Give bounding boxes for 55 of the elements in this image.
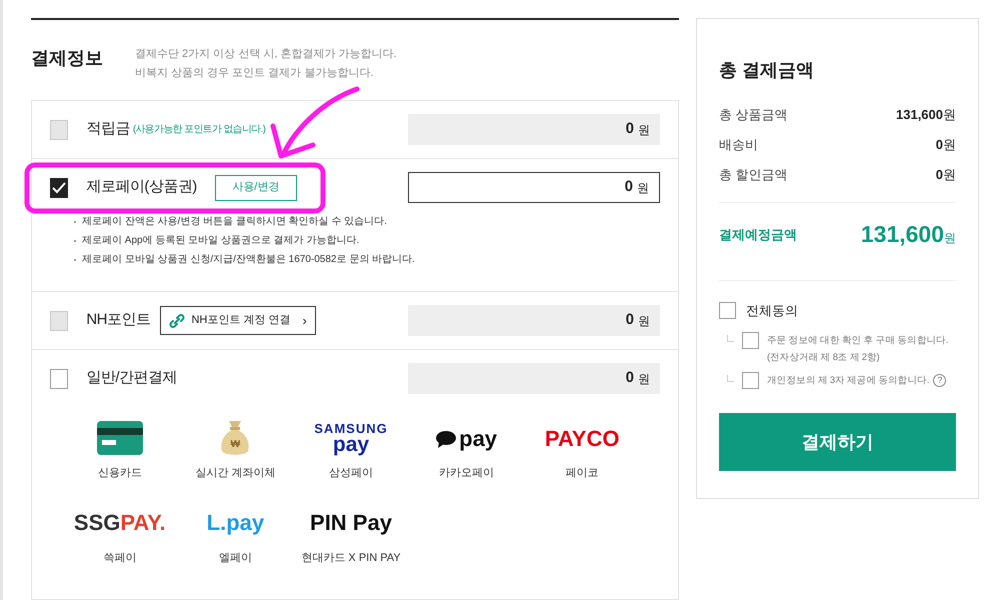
option-caption: 현대카드 X PIN PAY xyxy=(301,550,401,566)
section-title: 결제정보 xyxy=(31,47,104,70)
agree-text: (전자상거래 제 8조 제 2항) xyxy=(767,351,880,365)
row-label: 배송비 xyxy=(719,136,758,154)
option-caption: 카카오페이 xyxy=(439,466,494,481)
method-label: 일반/간편결제 xyxy=(86,368,177,388)
checkbox[interactable] xyxy=(50,178,68,198)
checkbox[interactable] xyxy=(719,302,736,319)
checkbox[interactable] xyxy=(742,372,759,389)
row-label: 총 할인금액 xyxy=(719,166,788,184)
logo: pay xyxy=(436,422,498,454)
total-label: 결제예정금액 xyxy=(719,226,797,244)
agree-label: 전체동의 xyxy=(746,302,798,320)
method-label: 적립금 xyxy=(86,119,130,140)
won-symbol: ₩ xyxy=(230,438,240,452)
amount-field[interactable]: 0 원 xyxy=(408,172,660,203)
note-text: 비복지 상품의 경우 포인트 결제가 불가능합니다. xyxy=(135,66,374,81)
chevron-icon: › xyxy=(302,310,307,330)
use-change-button[interactable]: 사용/변경 xyxy=(214,174,297,200)
logo: PAYCO xyxy=(544,424,620,452)
credit-card-icon xyxy=(96,421,143,455)
logo: L.pay xyxy=(206,509,264,537)
method-label: 제로페이(상품권) xyxy=(86,177,197,198)
option-caption: 삼성페이 xyxy=(328,466,373,481)
logo: SSGPAY. xyxy=(74,509,166,537)
info-text: 제로페이 잔액은 사용/변경 버튼을 클릭하시면 확인하실 수 있습니다. xyxy=(74,212,660,231)
money-bag-icon xyxy=(220,419,250,457)
checkbox[interactable] xyxy=(742,332,759,349)
note-text: 결제수단 2가지 이상 선택 시, 혼합결제가 가능합니다. xyxy=(135,47,397,62)
option-caption: 페이코 xyxy=(566,466,599,481)
help-icon[interactable]: ? xyxy=(933,374,946,387)
method-label: NH포인트 xyxy=(86,310,150,330)
agree-text: 주문 정보에 대한 확인 후 구매 동의합니다. xyxy=(767,334,948,348)
pay-button[interactable]: 결제하기 xyxy=(719,413,956,471)
summary-title: 총 결제금액 xyxy=(719,59,816,82)
amount-field: 0 원 xyxy=(408,363,660,394)
total-value: 131,600원 xyxy=(860,220,956,249)
note-text: (사용가능한 포인트가 없습니다.) xyxy=(132,123,266,137)
option-caption: 쓱페이 xyxy=(103,550,136,566)
row-value: 0원 xyxy=(936,136,956,154)
option-caption: 실시간 계좌이체 xyxy=(195,466,276,481)
amount-field: 0 원 xyxy=(408,114,660,145)
logo: SAMSUNG pay xyxy=(314,422,388,454)
info-text: 제로페이 App에 등록된 모바일 상품권으로 결제가 가능합니다. xyxy=(74,231,660,250)
row-value: 131,600원 xyxy=(896,106,956,124)
option-caption: 신용카드 xyxy=(98,466,142,481)
option-caption: 엘페이 xyxy=(218,550,252,566)
row-value: 0원 xyxy=(936,166,956,184)
logo: PIN Pay xyxy=(310,509,392,537)
link-icon xyxy=(169,314,186,328)
amount-field: 0 원 xyxy=(408,305,660,336)
info-text: 제로페이 모바일 상품권 신청/지급/잔액환불은 1670-0582로 문의 바랍니다. xyxy=(74,250,660,269)
checkbox[interactable] xyxy=(50,368,68,388)
row-label: 총 상품금액 xyxy=(719,106,788,124)
agree-text: 개인정보의 제 3자 제공에 동의합니다. xyxy=(767,374,930,388)
